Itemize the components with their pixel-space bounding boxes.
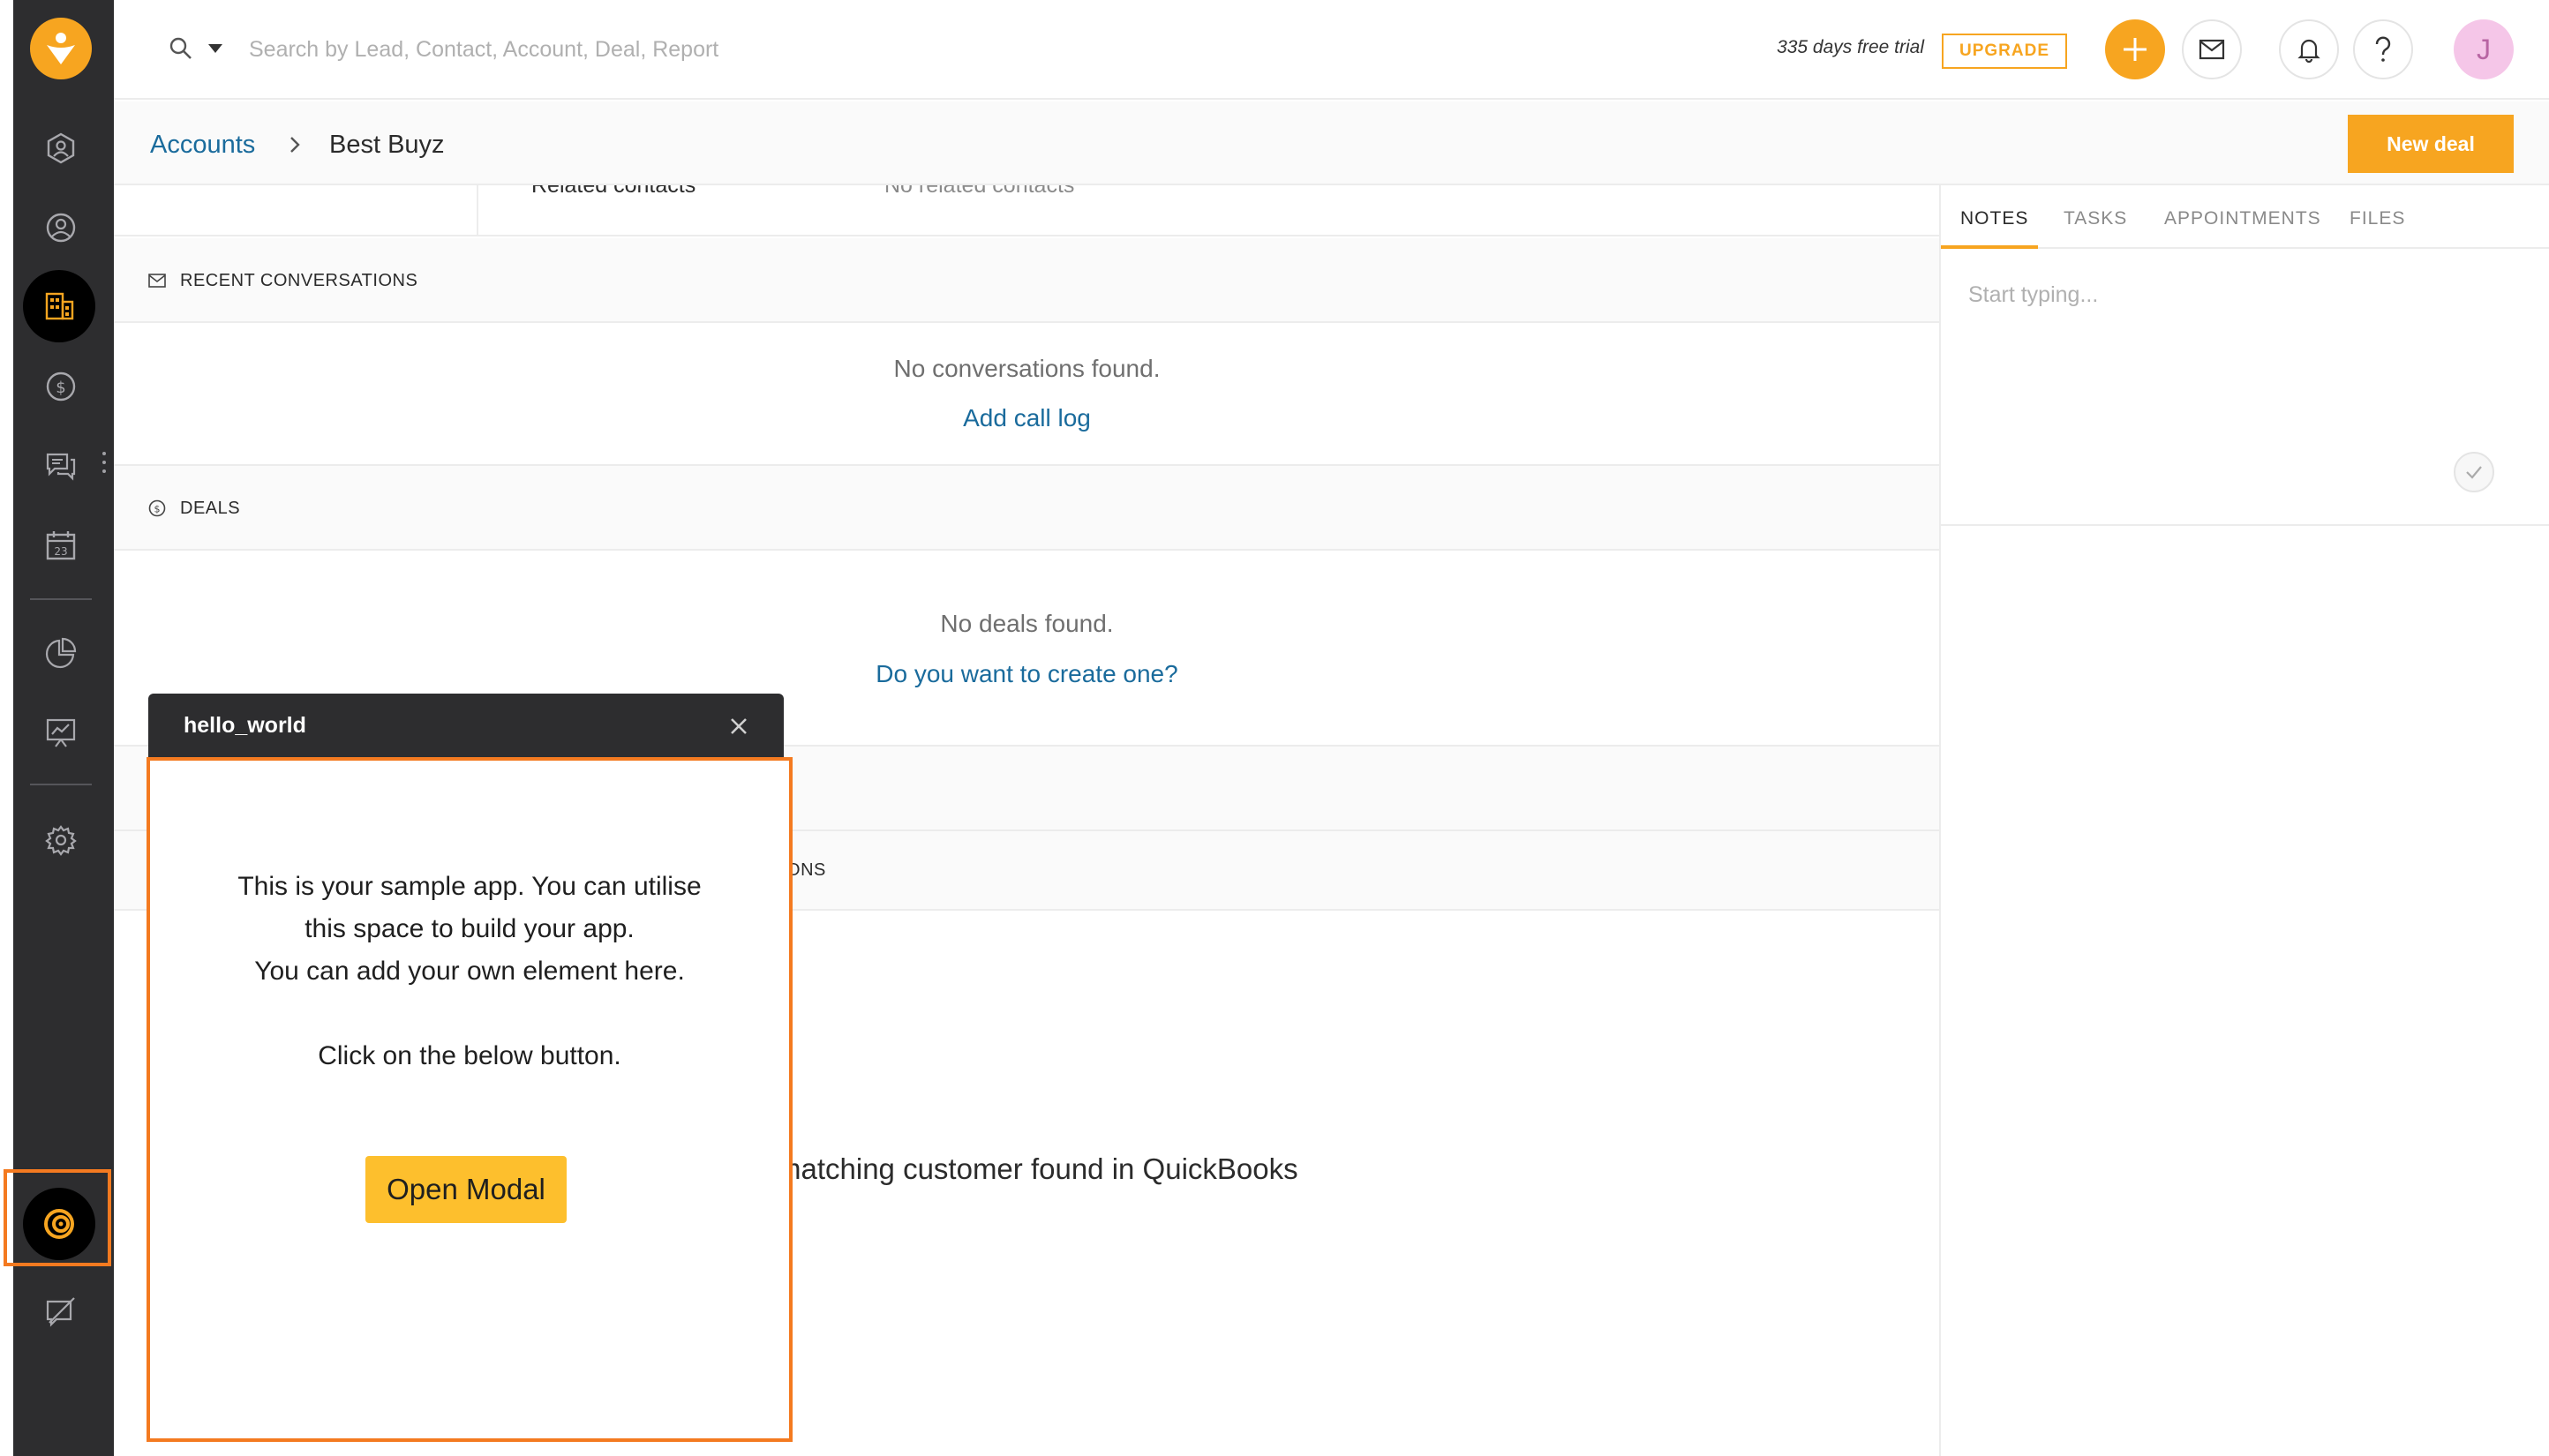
breadcrumb-current: Best Buyz (329, 131, 445, 159)
tab-tasks[interactable]: TASKS (2064, 208, 2127, 229)
no-deals-text: No deals found. (940, 610, 1114, 637)
rail-divider-2 (30, 784, 92, 785)
breadcrumb-accounts-link[interactable]: Accounts (150, 131, 255, 160)
nav-leads-icon[interactable] (41, 129, 80, 168)
main-panel-border (1939, 185, 1941, 1456)
nav-accounts-icon[interactable] (23, 270, 95, 342)
related-contacts-clip: Related contacts No related contacts (114, 185, 1940, 236)
mail-icon (2199, 39, 2225, 60)
app-widget-body (147, 757, 793, 1442)
nav-conversations-icon[interactable] (41, 447, 80, 485)
dollar-circle-icon: $ (148, 499, 166, 517)
recent-conversations-title: RECENT CONVERSATIONS (180, 271, 418, 290)
tab-notes[interactable]: NOTES (1960, 208, 2028, 229)
widget-text-line-1: This is your sample app. You can utilise (237, 872, 702, 901)
widget-text-line-3: You can add your own element here. (254, 957, 685, 986)
nav-contacts-icon[interactable] (41, 208, 80, 247)
nav-deals-icon[interactable]: $ (41, 367, 80, 406)
related-contacts-label: Related contacts (531, 185, 696, 198)
nav-reports-icon[interactable] (41, 634, 80, 672)
save-note-button[interactable] (2454, 452, 2494, 492)
mail-button[interactable] (2182, 19, 2242, 79)
svg-text:$: $ (56, 379, 65, 397)
quickbooks-status-text: matching customer found in QuickBooks (777, 1152, 1298, 1185)
rail-resize-handle[interactable] (102, 452, 108, 478)
svg-text:23: 23 (54, 545, 67, 558)
search-scope-dropdown-icon[interactable] (208, 44, 222, 53)
logo-icon (47, 33, 75, 64)
app-launcher-button[interactable] (23, 1188, 95, 1260)
global-search-input[interactable] (249, 30, 1043, 69)
add-call-log-link[interactable]: Add call log (114, 404, 1940, 432)
widget-text-line-2: this space to build your app. (305, 914, 635, 943)
no-conversations-text: No conversations found. (893, 355, 1161, 382)
upgrade-button[interactable]: UPGRADE (1942, 34, 2067, 69)
svg-text:$: $ (154, 504, 161, 515)
open-modal-button[interactable]: Open Modal (365, 1156, 567, 1223)
help-button[interactable] (2353, 19, 2413, 79)
nav-settings-icon[interactable] (41, 821, 80, 859)
app-swirl-icon (44, 1209, 74, 1239)
bell-icon (2297, 39, 2320, 63)
notes-input[interactable] (1968, 282, 2515, 441)
tab-files[interactable]: FILES (2350, 208, 2405, 229)
nav-dashboards-icon[interactable] (41, 713, 80, 752)
page-header (114, 101, 2549, 185)
close-icon[interactable] (726, 713, 752, 739)
notifications-button[interactable] (2279, 19, 2339, 79)
notes-divider (1941, 524, 2549, 526)
quick-add-button[interactable] (2105, 19, 2165, 79)
tab-appointments[interactable]: APPOINTMENTS (2164, 208, 2321, 229)
deals-header (114, 466, 1940, 551)
new-deal-button[interactable]: New deal (2348, 115, 2514, 173)
search-icon[interactable] (168, 35, 194, 62)
plus-icon (2124, 38, 2147, 61)
nav-calendar-icon[interactable]: 23 (41, 526, 80, 565)
rail-divider (30, 598, 92, 600)
question-icon (2375, 36, 2391, 62)
mail-icon (148, 274, 166, 288)
trial-status-text: 335 days free trial (1777, 37, 1924, 57)
app-widget-title: hello_world (184, 713, 306, 738)
user-avatar[interactable]: J (2454, 19, 2514, 79)
nav-feedback-icon[interactable] (41, 1292, 80, 1331)
freshsales-logo[interactable] (30, 18, 92, 79)
create-deal-link[interactable]: Do you want to create one? (114, 660, 1940, 688)
related-contacts-value: No related contacts (884, 185, 1075, 198)
checkmark-icon (2466, 466, 2482, 479)
active-tab-indicator (1941, 245, 2038, 249)
widget-text-line-4: Click on the below button. (318, 1041, 621, 1070)
deals-title: DEALS (180, 499, 241, 518)
chevron-right-icon (290, 137, 300, 153)
